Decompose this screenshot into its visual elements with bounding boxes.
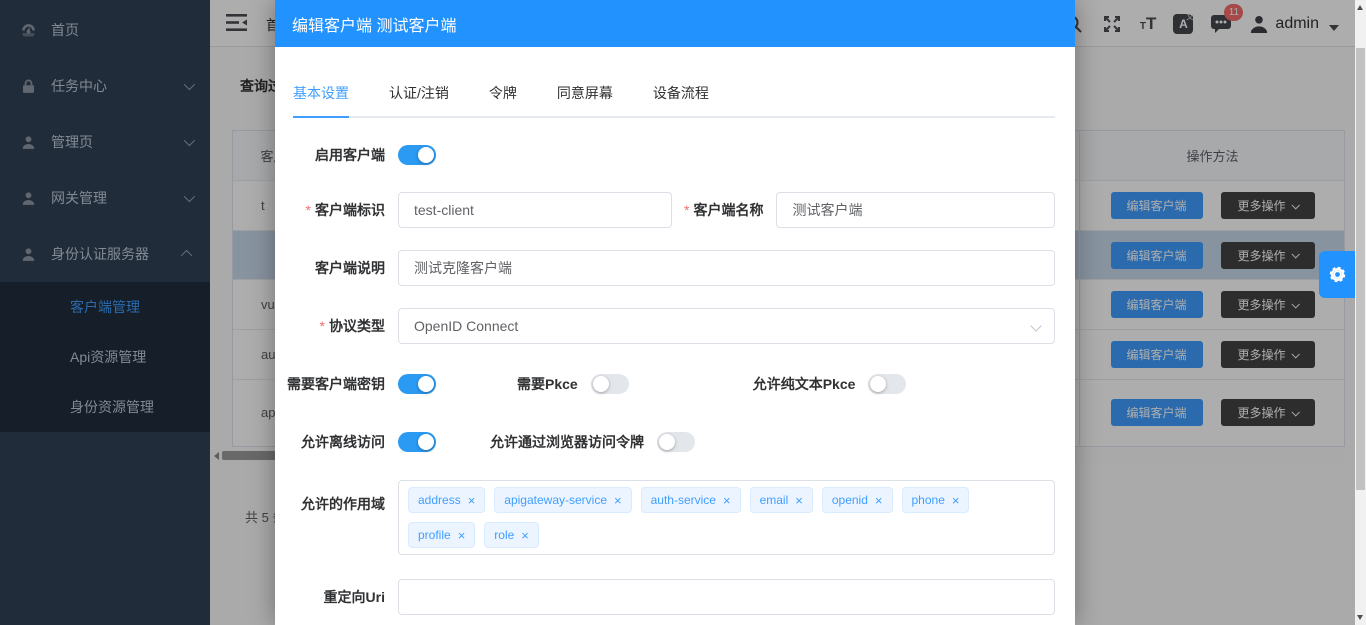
- client-desc-input[interactable]: [398, 250, 1055, 286]
- require-secret-label: 需要客户端密钥: [287, 374, 385, 394]
- vertical-scrollbar-thumb[interactable]: [1356, 48, 1365, 490]
- allow-plain-pkce-label: 允许纯文本Pkce: [753, 374, 856, 394]
- scope-tag-label: openid: [832, 493, 868, 507]
- remove-tag-icon[interactable]: [458, 529, 466, 542]
- scope-tag: role: [484, 522, 539, 548]
- client-desc-label: 客户端说明: [287, 258, 385, 278]
- remove-tag-icon[interactable]: [723, 494, 731, 507]
- scope-tag: address: [408, 487, 485, 513]
- dialog-title: 编辑客户端 测试客户端: [275, 0, 1075, 47]
- scope-tag-label: apigateway-service: [504, 493, 607, 507]
- remove-tag-icon[interactable]: [614, 494, 622, 507]
- scope-tag: apigateway-service: [494, 487, 631, 513]
- redirect-uri-input[interactable]: [398, 579, 1055, 615]
- scope-tag: email: [750, 487, 813, 513]
- require-pkce-toggle[interactable]: [591, 374, 629, 394]
- client-name-label: 客户端名称: [684, 200, 763, 220]
- scope-tag: openid: [822, 487, 893, 513]
- scroll-down-arrow-icon[interactable]: [1357, 615, 1363, 620]
- remove-tag-icon[interactable]: [521, 529, 529, 542]
- remove-tag-icon[interactable]: [795, 494, 803, 507]
- client-id-input[interactable]: [398, 192, 672, 228]
- scope-tag-label: auth-service: [651, 493, 716, 507]
- protocol-type-select[interactable]: OpenID Connect: [398, 308, 1055, 344]
- allowed-scopes-label: 允许的作用域: [287, 480, 385, 514]
- redirect-uri-label: 重定向Uri: [287, 587, 385, 607]
- remove-tag-icon[interactable]: [952, 494, 960, 507]
- require-secret-toggle[interactable]: [398, 374, 436, 394]
- edit-client-dialog: 编辑客户端 测试客户端 基本设置 认证/注销 令牌 同意屏幕 设备流程 启用客户…: [275, 0, 1075, 625]
- scope-tag-label: phone: [912, 493, 945, 507]
- scope-tag-label: address: [418, 493, 461, 507]
- tab-auth-logout[interactable]: 认证/注销: [369, 83, 469, 116]
- scope-tag: profile: [408, 522, 475, 548]
- enable-client-label: 启用客户端: [287, 145, 385, 165]
- vertical-scrollbar[interactable]: [1355, 0, 1366, 625]
- protocol-type-value: OpenID Connect: [414, 318, 518, 334]
- scope-tag-label: email: [760, 493, 789, 507]
- tab-device-flow[interactable]: 设备流程: [633, 83, 729, 116]
- allow-browser-token-toggle[interactable]: [657, 432, 695, 452]
- remove-tag-icon[interactable]: [468, 494, 476, 507]
- allow-browser-token-label: 允许通过浏览器访问令牌: [490, 432, 644, 452]
- gear-icon: [1326, 263, 1349, 286]
- client-id-label: 客户端标识: [287, 200, 385, 220]
- allow-plain-pkce-toggle[interactable]: [868, 374, 906, 394]
- tab-basic-settings[interactable]: 基本设置: [293, 83, 369, 116]
- allow-offline-toggle[interactable]: [398, 432, 436, 452]
- allowed-scopes-field[interactable]: address apigateway-service auth-service …: [398, 480, 1055, 555]
- scroll-up-arrow-icon[interactable]: [1357, 5, 1363, 10]
- protocol-type-label: 协议类型: [287, 316, 385, 336]
- remove-tag-icon[interactable]: [875, 494, 883, 507]
- chevron-down-icon: [1030, 320, 1041, 331]
- settings-drawer-button[interactable]: [1319, 251, 1355, 298]
- tab-token[interactable]: 令牌: [469, 83, 537, 116]
- tab-consent-screen[interactable]: 同意屏幕: [537, 83, 633, 116]
- dialog-tabs: 基本设置 认证/注销 令牌 同意屏幕 设备流程: [293, 83, 1055, 118]
- require-pkce-label: 需要Pkce: [517, 374, 578, 394]
- client-name-input[interactable]: [776, 192, 1055, 228]
- scope-tag-label: profile: [418, 528, 451, 542]
- enable-client-toggle[interactable]: [398, 145, 436, 165]
- scope-tag-label: role: [494, 528, 514, 542]
- allow-offline-label: 允许离线访问: [287, 432, 385, 452]
- scope-tag: phone: [902, 487, 970, 513]
- scope-tag: auth-service: [641, 487, 741, 513]
